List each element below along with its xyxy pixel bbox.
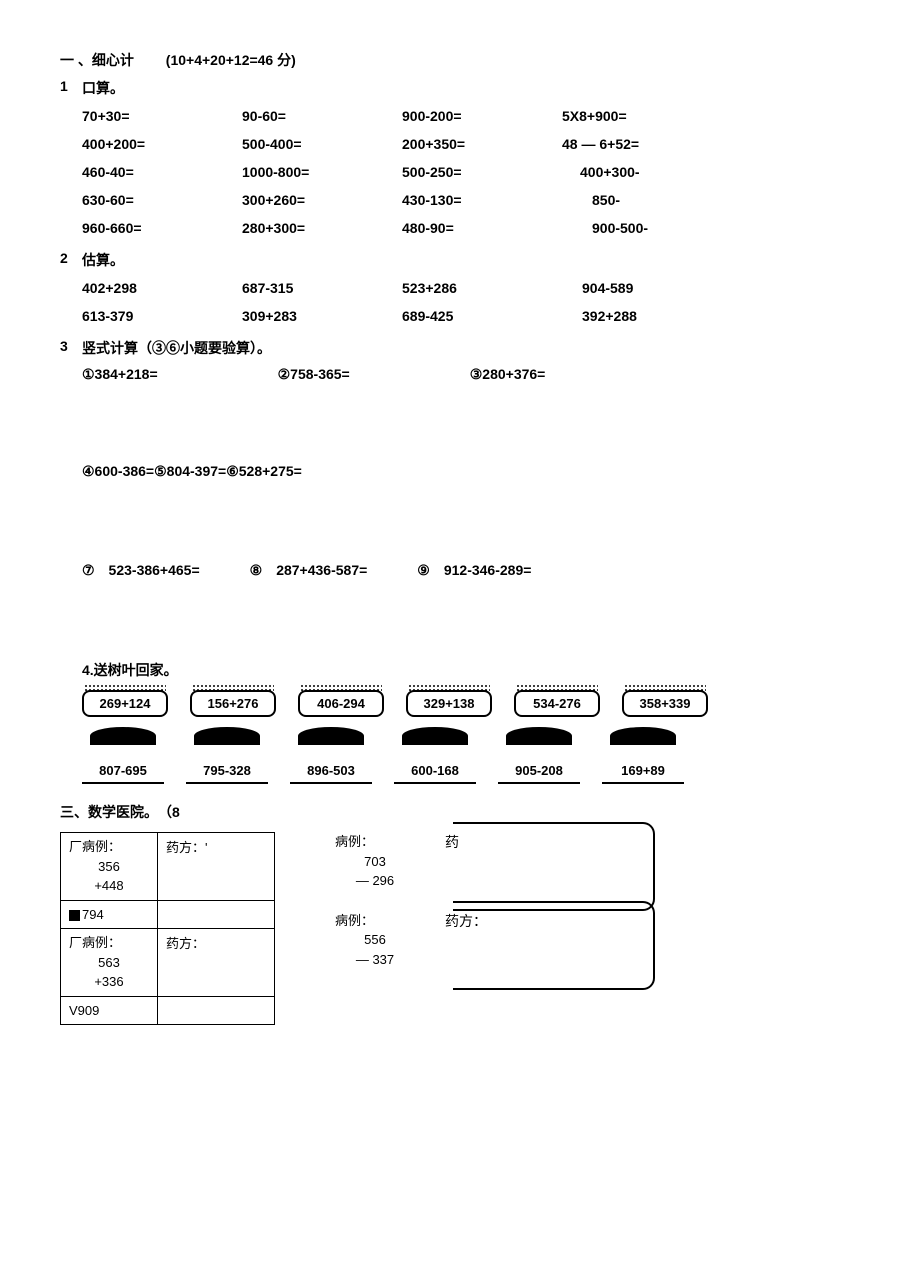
section-1-points: (10+4+20+12=46 分) <box>166 52 296 68</box>
subsection-estimation: 2 估算。 402+298 687-315 523+286 904-589 61… <box>82 250 860 324</box>
cell: 500-250= <box>402 164 562 180</box>
cell: 613-379 <box>82 308 242 324</box>
cell: 900-500- <box>592 220 722 236</box>
leaves-bottom-row: 807-695 795-328 896-503 600-168 905-208 … <box>82 735 860 784</box>
rx-cell: 药方：' <box>158 833 275 901</box>
case-line: +336 <box>69 972 149 992</box>
case-result: V909 <box>61 996 158 1025</box>
section-1-heading: 一 、细心计 <box>60 52 134 68</box>
leaves-top-row: 269+124 156+276 406-294 329+138 534-276 … <box>82 690 860 717</box>
cell: 5X8+900= <box>562 108 722 124</box>
vertical-row-2: ④600-386=⑤804-397=⑥528+275= <box>82 463 860 480</box>
cell: 280+300= <box>242 220 402 236</box>
case-label: 病例： <box>335 832 415 852</box>
cell: 430-130= <box>402 192 562 208</box>
vertical-row-1: ①384+218= ②758-365= ③280+376= <box>82 366 860 383</box>
case-line: — 296 <box>335 871 415 891</box>
rx-cell-empty <box>158 900 275 929</box>
cell: 850- <box>592 192 722 208</box>
leaf-item: 600-168 <box>394 745 476 784</box>
subsection-leaves: 4.送树叶回家。 269+124 156+276 406-294 329+138… <box>82 660 860 784</box>
case-label: 病例： <box>335 911 415 931</box>
case-cell: 厂病例： 356 +448 <box>61 833 158 901</box>
cell: 392+288 <box>582 308 722 324</box>
leaf-item: 807-695 <box>82 745 164 784</box>
cell: 70+30= <box>82 108 242 124</box>
leaf-item: 534-276 <box>514 690 600 717</box>
cell: 90-60= <box>242 108 402 124</box>
vprob: ⑦ 523-386+465= <box>82 560 200 580</box>
case-cell: 病例： 703 — 296 <box>335 832 415 891</box>
subsection-mental-math: 1 口算。 70+30= 90-60= 900-200= 5X8+900= 40… <box>82 78 860 236</box>
bracket-icon <box>453 901 655 990</box>
bracket-icon <box>453 822 655 911</box>
estimation-grid: 402+298 687-315 523+286 904-589 613-379 … <box>82 280 860 324</box>
cell: 900-200= <box>402 108 562 124</box>
cell: 630-60= <box>82 192 242 208</box>
square-icon <box>69 910 80 921</box>
rx-area: 药方： <box>445 911 645 931</box>
leaf-item: 406-294 <box>298 690 384 717</box>
cell: 200+350= <box>402 136 562 152</box>
leaf-item: 905-208 <box>498 745 580 784</box>
rx-area: 药 <box>445 832 645 852</box>
cell: 48 — 6+52= <box>562 136 722 152</box>
case-line: — 337 <box>335 950 415 970</box>
vprob: ③280+376= <box>470 366 546 383</box>
estimation-label: 估算。 <box>82 252 124 268</box>
vprob: ②758-365= <box>278 366 350 383</box>
leaf-item: 169+89 <box>602 745 684 784</box>
leaf-item: 329+138 <box>406 690 492 717</box>
cell: 500-400= <box>242 136 402 152</box>
mental-math-label: 口算。 <box>82 80 124 96</box>
case-line: +448 <box>69 876 149 896</box>
hospital-right: 病例： 703 — 296 药 病例： 556 — 337 药方： <box>335 832 645 1025</box>
case-cell: 病例： 556 — 337 <box>335 911 415 970</box>
case-line: 556 <box>335 930 415 950</box>
case-label: 厂病例： <box>69 837 149 857</box>
cell: 1000-800= <box>242 164 402 180</box>
section-1-title: 一 、细心计 (10+4+20+12=46 分) <box>60 50 860 70</box>
leaf-item: 156+276 <box>190 690 276 717</box>
cell: 400+200= <box>82 136 242 152</box>
vprob: ⑨ 912-346-289= <box>417 560 531 580</box>
vertical-row-3: ⑦ 523-386+465= ⑧ 287+436-587= ⑨ 912-346-… <box>82 560 860 580</box>
marker-2: 2 <box>60 250 68 266</box>
case-cell: 厂病例： 563 +336 <box>61 929 158 997</box>
mental-math-grid: 70+30= 90-60= 900-200= 5X8+900= 400+200=… <box>82 108 860 236</box>
subsection-vertical: 3 竖式计算（③⑥小题要验算）。 ①384+218= ②758-365= ③28… <box>82 338 860 580</box>
rx-cell-empty <box>158 996 275 1025</box>
hospital-wrap: 厂病例： 356 +448 药方：' ■794794 厂病例： 563 +336… <box>60 832 860 1025</box>
cell: 300+260= <box>242 192 402 208</box>
case-line: 356 <box>69 857 149 877</box>
cell: 480-90= <box>402 220 562 236</box>
case-line: 563 <box>69 953 149 973</box>
vprob: ①384+218= <box>82 366 158 383</box>
vertical-label: 竖式计算（③⑥小题要验算）。 <box>82 340 271 356</box>
cell: 460-40= <box>82 164 242 180</box>
leaf-item: 795-328 <box>186 745 268 784</box>
cell: 687-315 <box>242 280 402 296</box>
marker-1: 1 <box>60 78 68 94</box>
cell: 904-589 <box>582 280 722 296</box>
cell: 400+300- <box>580 164 722 180</box>
leaf-item: 896-503 <box>290 745 372 784</box>
marker-3: 3 <box>60 338 68 354</box>
section-3-title: 三、数学医院。 （8 <box>60 802 860 822</box>
cell: 402+298 <box>82 280 242 296</box>
rx-cell: 药方： <box>158 929 275 997</box>
leaves-label: 4.送树叶回家。 <box>82 662 178 678</box>
vprob: ⑧ 287+436-587= <box>250 560 368 580</box>
leaf-item: 269+124 <box>82 690 168 717</box>
case-label: 厂病例： <box>69 933 149 953</box>
cell: 309+283 <box>242 308 402 324</box>
case-line: 703 <box>335 852 415 872</box>
cell: 523+286 <box>402 280 562 296</box>
case-result: ■794794 <box>61 900 158 929</box>
hospital-left-table: 厂病例： 356 +448 药方：' ■794794 厂病例： 563 +336… <box>60 832 275 1025</box>
leaf-item: 358+339 <box>622 690 708 717</box>
cell: 689-425 <box>402 308 562 324</box>
cell: 960-660= <box>82 220 242 236</box>
